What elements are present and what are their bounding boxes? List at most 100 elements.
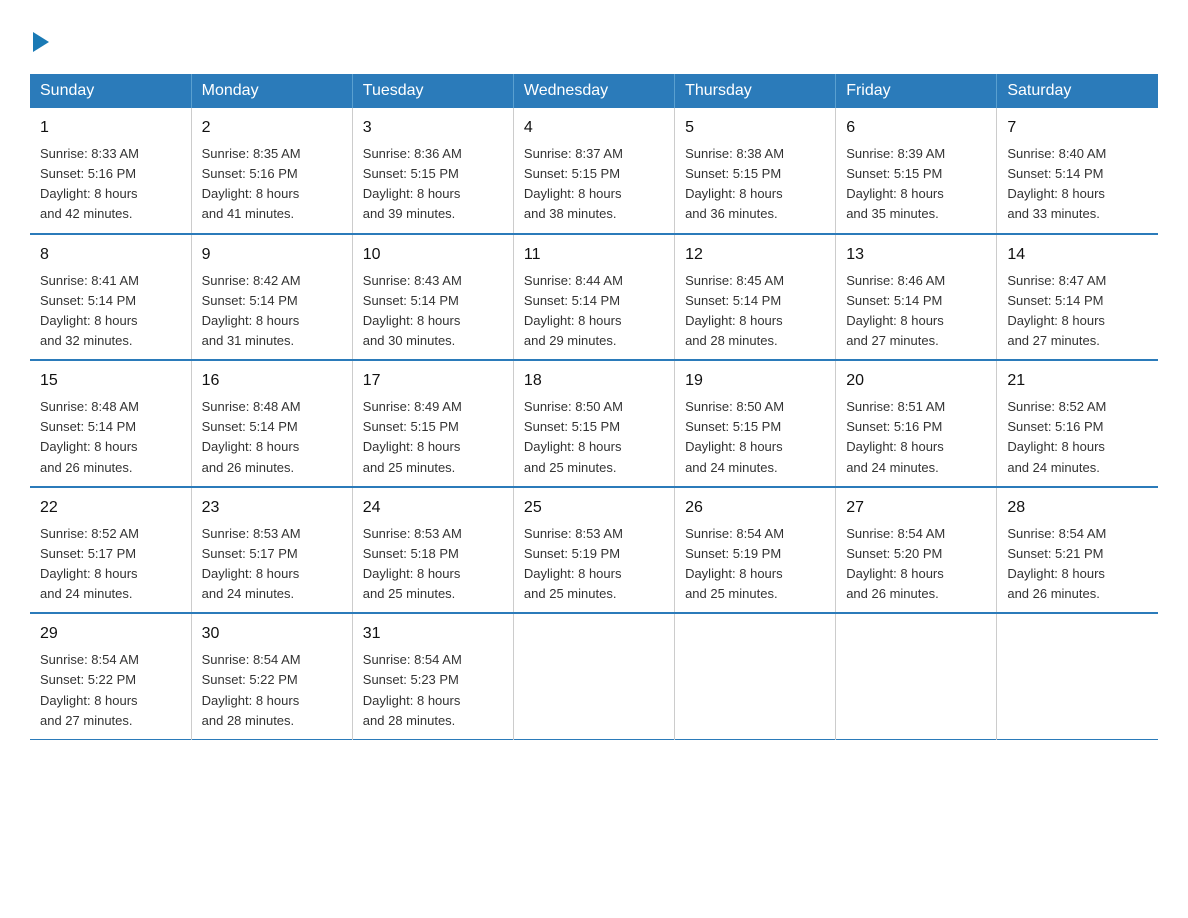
day-number: 18 [524, 369, 664, 393]
day-info: Sunrise: 8:38 AMSunset: 5:15 PMDaylight:… [685, 144, 825, 225]
day-number: 16 [202, 369, 342, 393]
day-number: 10 [363, 243, 503, 267]
calendar-cell: 29 Sunrise: 8:54 AMSunset: 5:22 PMDayligh… [30, 613, 191, 739]
day-info: Sunrise: 8:35 AMSunset: 5:16 PMDaylight:… [202, 144, 342, 225]
calendar-cell: 13 Sunrise: 8:46 AMSunset: 5:14 PMDayligh… [836, 234, 997, 361]
calendar-cell: 11Sunrise: 8:44 AMSunset: 5:14 PMDayligh… [513, 234, 674, 361]
day-info: Sunrise: 8:54 AMSunset: 5:21 PMDaylight:… [1007, 524, 1148, 605]
day-number: 21 [1007, 369, 1148, 393]
day-number: 14 [1007, 243, 1148, 267]
day-info: Sunrise: 8:53 AMSunset: 5:18 PMDaylight:… [363, 524, 503, 605]
day-number: 23 [202, 496, 342, 520]
header-tuesday: Tuesday [352, 74, 513, 108]
logo-general-text [30, 20, 49, 54]
calendar-cell: 7 Sunrise: 8:40 AMSunset: 5:14 PMDaylight… [997, 108, 1158, 234]
header-monday: Monday [191, 74, 352, 108]
calendar-cell [997, 613, 1158, 739]
header-sunday: Sunday [30, 74, 191, 108]
calendar-header-row: SundayMondayTuesdayWednesdayThursdayFrid… [30, 74, 1158, 108]
day-info: Sunrise: 8:47 AMSunset: 5:14 PMDaylight:… [1007, 271, 1148, 352]
day-number: 5 [685, 116, 825, 140]
day-info: Sunrise: 8:54 AMSunset: 5:22 PMDaylight:… [40, 650, 181, 731]
day-number: 22 [40, 496, 181, 520]
calendar-cell [836, 613, 997, 739]
day-number: 9 [202, 243, 342, 267]
day-info: Sunrise: 8:41 AMSunset: 5:14 PMDaylight:… [40, 271, 181, 352]
day-number: 1 [40, 116, 181, 140]
day-info: Sunrise: 8:43 AMSunset: 5:14 PMDaylight:… [363, 271, 503, 352]
calendar-week-row: 8Sunrise: 8:41 AMSunset: 5:14 PMDaylight… [30, 234, 1158, 361]
day-info: Sunrise: 8:50 AMSunset: 5:15 PMDaylight:… [685, 397, 825, 478]
day-number: 26 [685, 496, 825, 520]
calendar-cell: 27 Sunrise: 8:54 AMSunset: 5:20 PMDayligh… [836, 487, 997, 614]
calendar-cell: 20 Sunrise: 8:51 AMSunset: 5:16 PMDayligh… [836, 360, 997, 487]
day-number: 28 [1007, 496, 1148, 520]
calendar-cell: 19Sunrise: 8:50 AMSunset: 5:15 PMDayligh… [675, 360, 836, 487]
calendar-cell: 4Sunrise: 8:37 AMSunset: 5:15 PMDaylight… [513, 108, 674, 234]
calendar-week-row: 29 Sunrise: 8:54 AMSunset: 5:22 PMDayligh… [30, 613, 1158, 739]
calendar-cell: 14 Sunrise: 8:47 AMSunset: 5:14 PMDayligh… [997, 234, 1158, 361]
day-number: 30 [202, 622, 342, 646]
day-info: Sunrise: 8:50 AMSunset: 5:15 PMDaylight:… [524, 397, 664, 478]
day-info: Sunrise: 8:52 AMSunset: 5:16 PMDaylight:… [1007, 397, 1148, 478]
calendar-cell: 5 Sunrise: 8:38 AMSunset: 5:15 PMDaylight… [675, 108, 836, 234]
calendar-week-row: 15 Sunrise: 8:48 AMSunset: 5:14 PMDayligh… [30, 360, 1158, 487]
day-number: 7 [1007, 116, 1148, 140]
calendar-cell: 24 Sunrise: 8:53 AMSunset: 5:18 PMDayligh… [352, 487, 513, 614]
day-info: Sunrise: 8:45 AMSunset: 5:14 PMDaylight:… [685, 271, 825, 352]
day-number: 24 [363, 496, 503, 520]
day-number: 27 [846, 496, 986, 520]
day-number: 25 [524, 496, 664, 520]
header-wednesday: Wednesday [513, 74, 674, 108]
calendar-cell: 17Sunrise: 8:49 AMSunset: 5:15 PMDayligh… [352, 360, 513, 487]
calendar-cell: 25 Sunrise: 8:53 AMSunset: 5:19 PMDayligh… [513, 487, 674, 614]
calendar-cell: 6Sunrise: 8:39 AMSunset: 5:15 PMDaylight… [836, 108, 997, 234]
logo [30, 20, 49, 54]
calendar-cell: 18 Sunrise: 8:50 AMSunset: 5:15 PMDayligh… [513, 360, 674, 487]
day-info: Sunrise: 8:36 AMSunset: 5:15 PMDaylight:… [363, 144, 503, 225]
header-friday: Friday [836, 74, 997, 108]
day-number: 13 [846, 243, 986, 267]
calendar-cell: 26 Sunrise: 8:54 AMSunset: 5:19 PMDayligh… [675, 487, 836, 614]
day-info: Sunrise: 8:54 AMSunset: 5:22 PMDaylight:… [202, 650, 342, 731]
day-info: Sunrise: 8:52 AMSunset: 5:17 PMDaylight:… [40, 524, 181, 605]
day-number: 2 [202, 116, 342, 140]
day-info: Sunrise: 8:54 AMSunset: 5:20 PMDaylight:… [846, 524, 986, 605]
day-info: Sunrise: 8:54 AMSunset: 5:19 PMDaylight:… [685, 524, 825, 605]
header-saturday: Saturday [997, 74, 1158, 108]
calendar-cell: 23 Sunrise: 8:53 AMSunset: 5:17 PMDayligh… [191, 487, 352, 614]
calendar-cell: 3Sunrise: 8:36 AMSunset: 5:15 PMDaylight… [352, 108, 513, 234]
calendar-cell: 16 Sunrise: 8:48 AMSunset: 5:14 PMDayligh… [191, 360, 352, 487]
header-thursday: Thursday [675, 74, 836, 108]
calendar-cell: 10 Sunrise: 8:43 AMSunset: 5:14 PMDayligh… [352, 234, 513, 361]
page-header [30, 20, 1158, 54]
day-number: 29 [40, 622, 181, 646]
day-info: Sunrise: 8:53 AMSunset: 5:19 PMDaylight:… [524, 524, 664, 605]
day-info: Sunrise: 8:33 AMSunset: 5:16 PMDaylight:… [40, 144, 181, 225]
calendar-cell [675, 613, 836, 739]
day-info: Sunrise: 8:49 AMSunset: 5:15 PMDaylight:… [363, 397, 503, 478]
day-number: 20 [846, 369, 986, 393]
day-info: Sunrise: 8:51 AMSunset: 5:16 PMDaylight:… [846, 397, 986, 478]
calendar-cell [513, 613, 674, 739]
calendar-cell: 28 Sunrise: 8:54 AMSunset: 5:21 PMDayligh… [997, 487, 1158, 614]
day-number: 11 [524, 243, 664, 267]
calendar-cell: 31Sunrise: 8:54 AMSunset: 5:23 PMDayligh… [352, 613, 513, 739]
day-info: Sunrise: 8:53 AMSunset: 5:17 PMDaylight:… [202, 524, 342, 605]
calendar-cell: 21 Sunrise: 8:52 AMSunset: 5:16 PMDayligh… [997, 360, 1158, 487]
calendar-cell: 9 Sunrise: 8:42 AMSunset: 5:14 PMDaylight… [191, 234, 352, 361]
calendar-week-row: 1 Sunrise: 8:33 AMSunset: 5:16 PMDaylight… [30, 108, 1158, 234]
day-info: Sunrise: 8:40 AMSunset: 5:14 PMDaylight:… [1007, 144, 1148, 225]
day-number: 15 [40, 369, 181, 393]
calendar-cell: 2 Sunrise: 8:35 AMSunset: 5:16 PMDaylight… [191, 108, 352, 234]
day-info: Sunrise: 8:48 AMSunset: 5:14 PMDaylight:… [40, 397, 181, 478]
calendar-cell: 22 Sunrise: 8:52 AMSunset: 5:17 PMDayligh… [30, 487, 191, 614]
day-info: Sunrise: 8:48 AMSunset: 5:14 PMDaylight:… [202, 397, 342, 478]
day-info: Sunrise: 8:46 AMSunset: 5:14 PMDaylight:… [846, 271, 986, 352]
day-number: 12 [685, 243, 825, 267]
day-info: Sunrise: 8:42 AMSunset: 5:14 PMDaylight:… [202, 271, 342, 352]
calendar-cell: 12 Sunrise: 8:45 AMSunset: 5:14 PMDayligh… [675, 234, 836, 361]
day-info: Sunrise: 8:39 AMSunset: 5:15 PMDaylight:… [846, 144, 986, 225]
day-info: Sunrise: 8:37 AMSunset: 5:15 PMDaylight:… [524, 144, 664, 225]
calendar-cell: 8Sunrise: 8:41 AMSunset: 5:14 PMDaylight… [30, 234, 191, 361]
